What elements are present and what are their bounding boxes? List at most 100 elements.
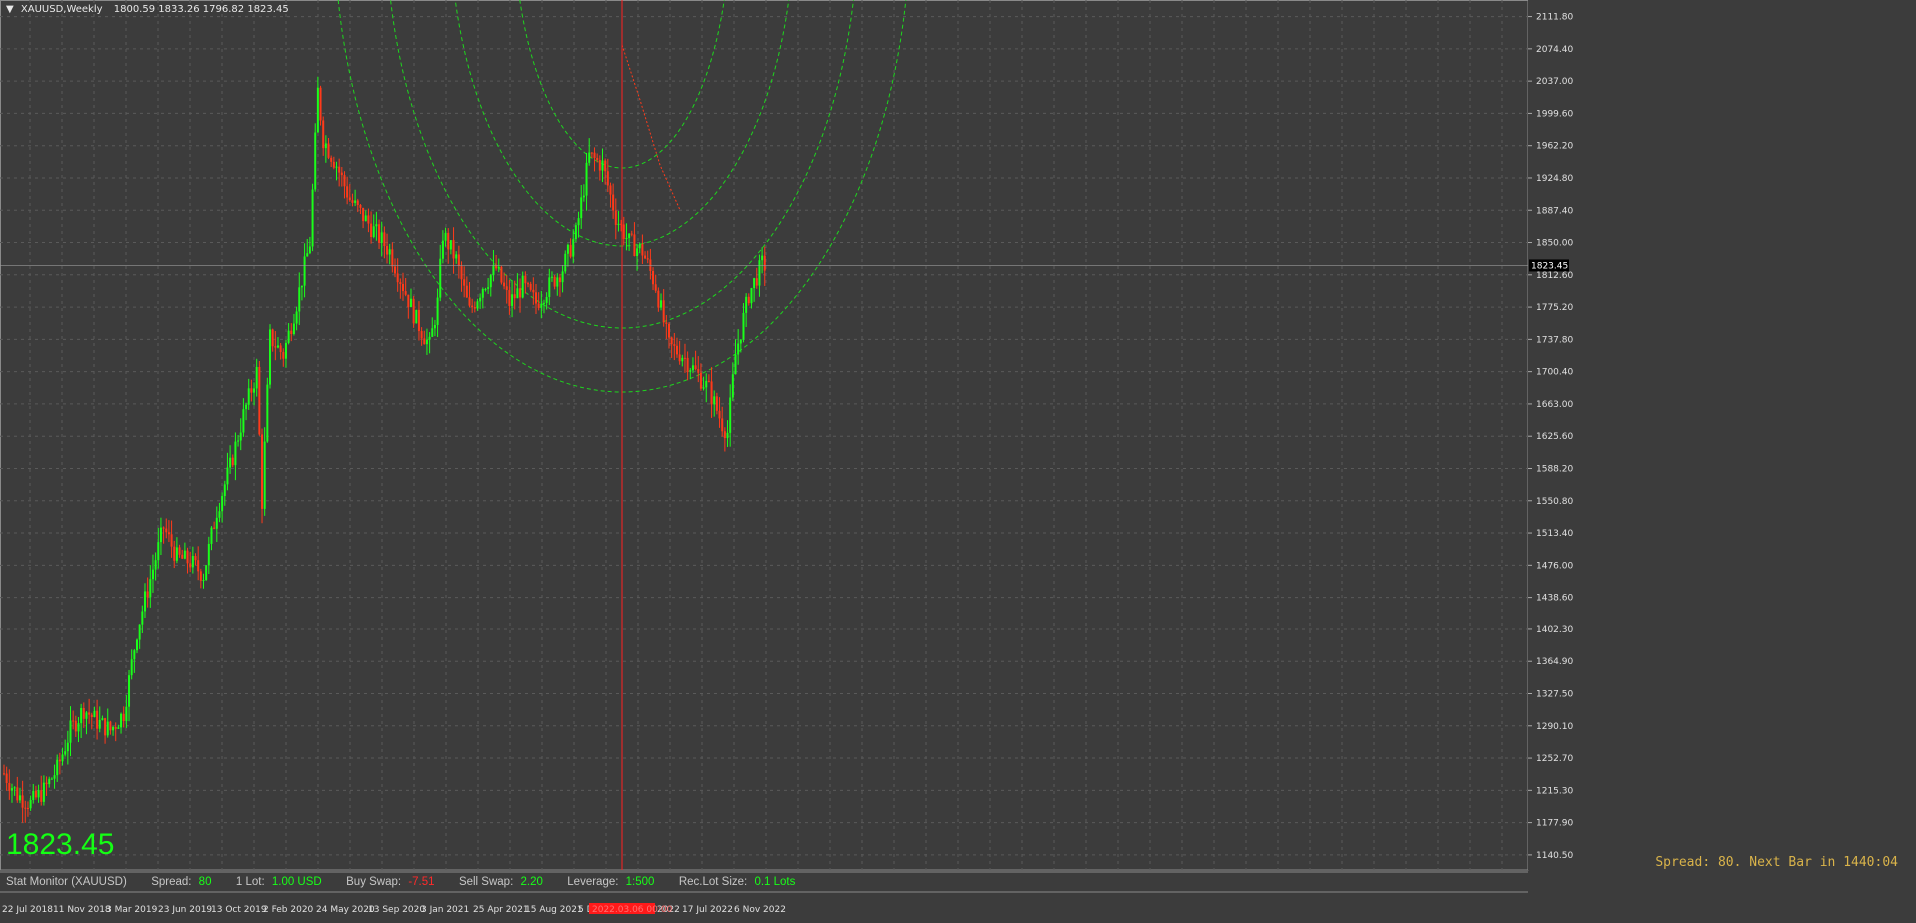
candle-bull <box>636 248 639 257</box>
price-tick-label: 1252.70 <box>1536 754 1573 764</box>
candle-bull <box>29 799 32 809</box>
buy-swap-value: -7.51 <box>408 876 435 888</box>
candle-bear <box>593 152 596 159</box>
symbol-timeframe: XAUUSD,Weekly <box>20 4 103 15</box>
price-tick-label: 1550.80 <box>1536 497 1573 507</box>
candle-bear <box>282 352 285 359</box>
candle-bear <box>590 152 593 154</box>
candle-bear <box>460 265 463 280</box>
candle-bear <box>173 546 176 561</box>
candle-bull <box>306 253 309 257</box>
candle-bear <box>348 197 351 201</box>
candle-bear <box>471 305 474 308</box>
candle-bear <box>274 346 277 348</box>
time-tick-label: 6 Nov 2022 <box>734 905 786 915</box>
price-chart[interactable]: 2111.80 2074.40 2037.00 1999.60 1962.20 1924.… <box>0 0 1916 923</box>
candle-bull <box>269 329 271 385</box>
candle-bear <box>383 232 386 247</box>
time-tick-label: 15 Aug 2021 <box>525 905 583 915</box>
candle-bull <box>380 232 383 243</box>
sell-swap-value: 2.20 <box>520 876 543 888</box>
candle-bear <box>723 431 726 439</box>
candle-bull <box>183 550 186 559</box>
candle-bear <box>359 205 362 208</box>
candle-bull <box>566 244 569 254</box>
candle-bull <box>117 727 120 729</box>
candle-bear <box>452 240 455 259</box>
candle-bear <box>199 571 202 581</box>
price-tick-label: 1700.40 <box>1536 368 1573 378</box>
candle-bull <box>516 288 519 299</box>
candle-bear <box>457 254 460 266</box>
candle-bull <box>207 543 210 566</box>
candle-bull <box>548 277 551 298</box>
candle-bear <box>630 233 633 235</box>
candle-bull <box>737 343 740 355</box>
candle-bear <box>463 279 466 286</box>
candle-bull <box>511 294 514 306</box>
candle-bear <box>186 550 189 564</box>
candle-bear <box>527 283 530 285</box>
candle-bull <box>564 253 567 272</box>
leverage-value: 1:500 <box>625 876 655 888</box>
candle-bull <box>702 387 705 389</box>
candle-bull <box>276 345 279 348</box>
price-tick-label: 1663.00 <box>1536 400 1573 410</box>
candle-bull <box>561 271 564 283</box>
candle-bear <box>271 329 274 347</box>
candle-bull <box>284 342 287 359</box>
candle-bear <box>88 712 91 715</box>
candle-bull <box>731 374 734 398</box>
candle-bear <box>417 309 420 332</box>
candle-bear <box>670 337 673 345</box>
candle-bull <box>588 152 591 163</box>
candle-bull <box>521 275 524 298</box>
candle-bear <box>553 276 556 287</box>
chart-menu-caret-icon[interactable]: ▼ <box>6 4 14 15</box>
price-axis[interactable]: 2111.80 2074.40 2037.00 1999.60 1962.20 1924.… <box>1528 0 1916 870</box>
candle-bull <box>263 441 266 509</box>
candle-bull <box>556 277 559 287</box>
price-tick-label: 1402.30 <box>1536 625 1573 635</box>
candle-bull <box>492 264 495 276</box>
candle-bear <box>710 381 713 405</box>
candle-bull <box>253 388 256 393</box>
candle-bear <box>370 223 373 238</box>
candle-bull <box>10 788 13 791</box>
candle-bull <box>734 354 737 375</box>
candle-bear <box>122 713 125 722</box>
candle-bull <box>93 710 96 718</box>
price-tick-label: 1290.10 <box>1536 722 1573 732</box>
candle-bull <box>577 218 580 226</box>
candle-bear <box>8 782 11 791</box>
candle-bear <box>718 410 721 419</box>
candle-bear <box>598 159 601 171</box>
candle-bear <box>652 270 655 285</box>
candle-bull <box>308 246 311 254</box>
candle-bear <box>513 294 516 299</box>
candle-bear <box>715 396 718 411</box>
candle-bear <box>165 528 168 533</box>
candle-bear <box>558 277 561 283</box>
candle-bull <box>53 775 56 779</box>
candle-bull <box>48 778 51 785</box>
candle-bear <box>686 357 689 372</box>
candle-bull <box>245 404 248 410</box>
candle-bear <box>604 160 607 172</box>
candle-bear <box>646 258 649 260</box>
rec-lot-label: Rec.Lot Size: <box>678 876 748 888</box>
candle-bull <box>98 719 101 729</box>
candle-bull <box>750 288 753 304</box>
candle-bear <box>668 323 670 338</box>
candle-bear <box>399 282 402 284</box>
candle-bull <box>444 232 447 241</box>
candle-bear <box>213 527 216 529</box>
ohlc-values: 1800.59 1833.26 1796.82 1823.45 <box>113 4 289 15</box>
candle-bull <box>125 706 128 722</box>
candle-bear <box>697 369 700 373</box>
candle-bear <box>644 255 647 259</box>
candle-bear <box>189 563 192 568</box>
candle-bull <box>300 285 303 288</box>
candle-bull <box>136 639 138 651</box>
candle-bear <box>699 372 702 389</box>
